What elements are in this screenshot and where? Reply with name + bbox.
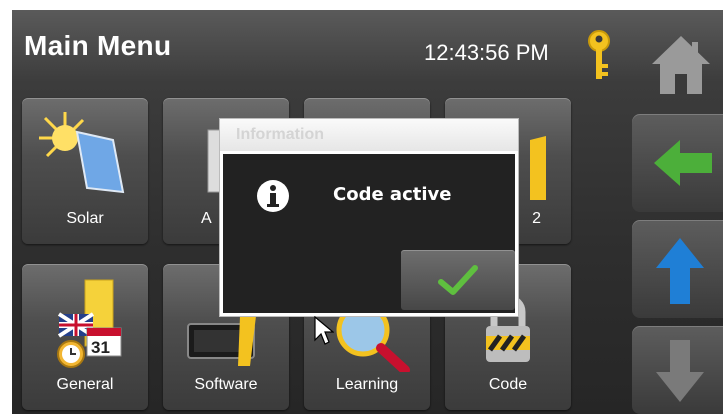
solar-icon (39, 112, 125, 194)
main-menu-screen: Main Menu 12:43:56 PM Solar A 2 31 Gener… (12, 10, 723, 414)
general-icon: 31 (57, 279, 122, 368)
arrow-down-icon (656, 340, 704, 402)
ok-button[interactable] (401, 250, 515, 310)
dialog-body: Code active (223, 154, 515, 313)
information-dialog: Information Code active (219, 118, 519, 317)
info-icon (257, 180, 289, 212)
arrow-left-icon (654, 140, 712, 186)
down-button[interactable] (632, 326, 723, 414)
dialog-message: Code active (333, 184, 452, 205)
tile-label: Learning (335, 376, 399, 393)
tile-label: General (56, 376, 114, 393)
up-button[interactable] (632, 220, 723, 318)
back-button[interactable] (632, 114, 723, 212)
tile-label: Solar (66, 210, 104, 227)
tile-label: Code (488, 376, 528, 393)
dialog-title: Information (220, 119, 518, 151)
tile-label: Software (194, 376, 258, 393)
cursor-icon (314, 316, 334, 345)
tile-general[interactable]: 31 General (22, 264, 148, 410)
home-icon[interactable] (640, 22, 723, 106)
clock-display: 12:43:56 PM (424, 40, 549, 65)
checkmark-icon (438, 265, 478, 295)
arrow-up-icon (656, 238, 704, 304)
page-title: Main Menu (24, 30, 172, 61)
key-icon[interactable] (584, 30, 614, 84)
tile-solar[interactable]: Solar (22, 98, 148, 244)
svg-text:31: 31 (91, 338, 110, 357)
